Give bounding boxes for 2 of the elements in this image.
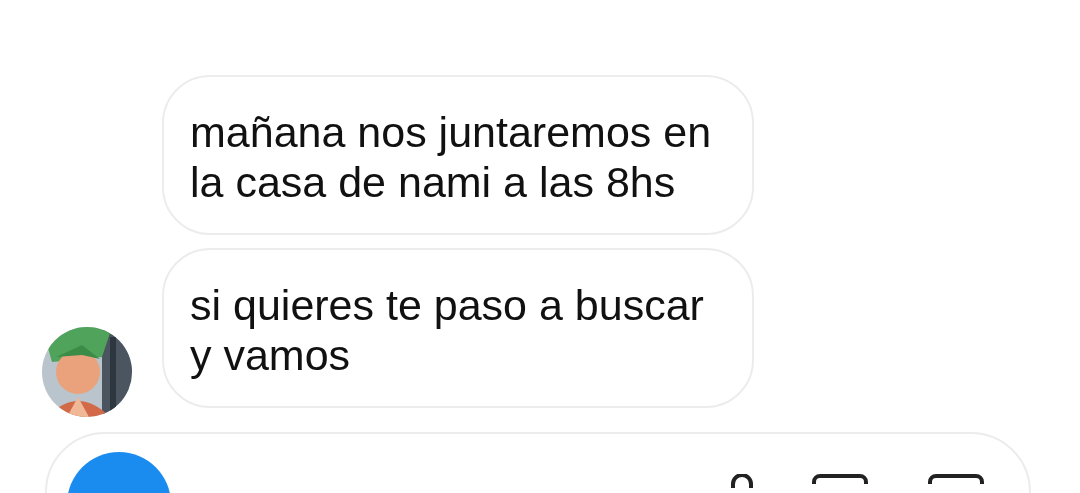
message-bubble: mañana nos juntaremos en la casa de nami a las 8hs <box>162 75 754 235</box>
message-bubble: si quieres te paso a buscar y vamos <box>162 248 754 408</box>
